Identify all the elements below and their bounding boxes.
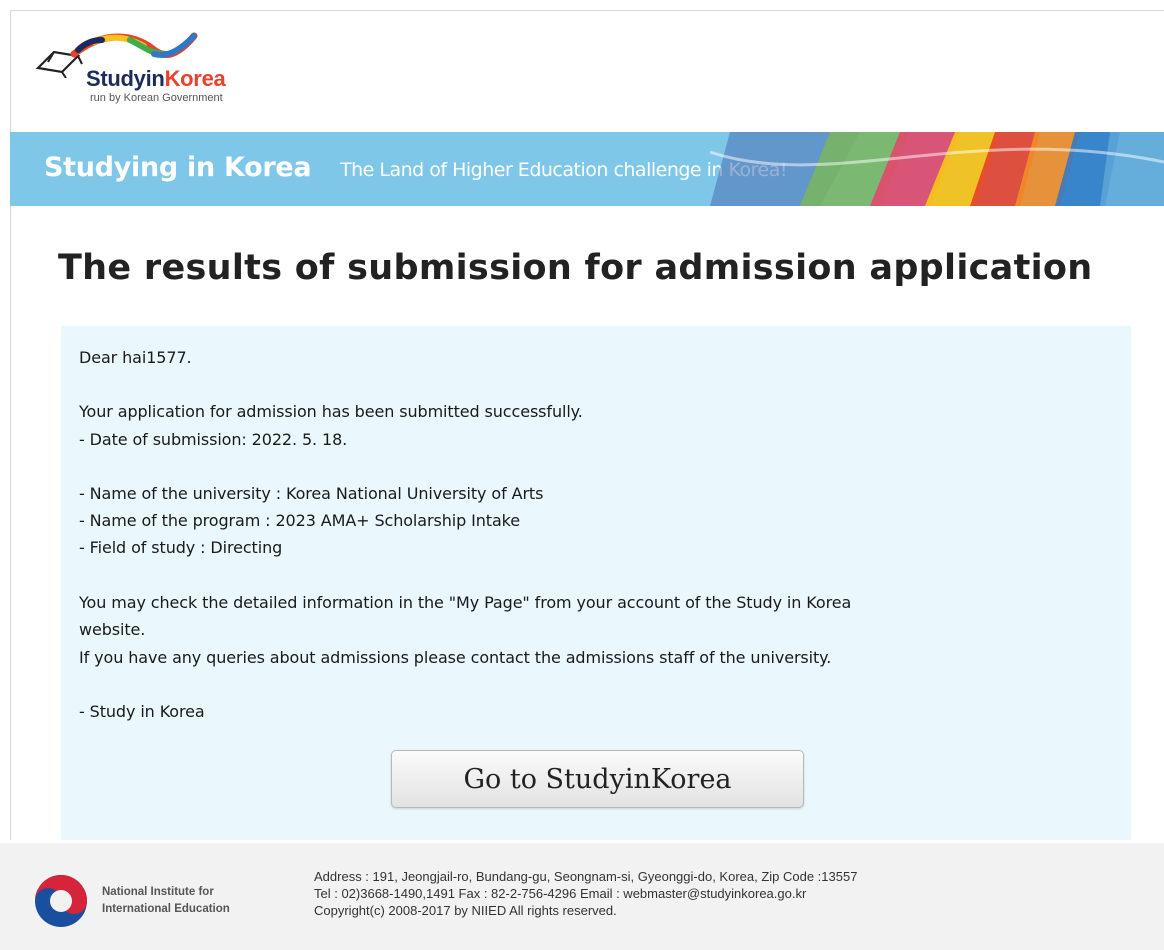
field-of-study-text: - Field of study : Directing [79,538,283,557]
go-to-studyinkorea-button[interactable]: Go to StudyinKorea [391,750,804,808]
program-name-text: - Name of the program : 2023 AMA+ Schola… [79,511,521,530]
org-name-line-1: National Institute for [102,886,214,898]
banner-title: Studying in Korea [44,152,312,183]
logo-tagline: run by Korean Government [90,92,223,104]
footer: National Institute for International Edu… [0,843,1164,950]
niied-org-name: National Institute for International Edu… [102,884,230,918]
submitted-text: Your application for admission has been … [79,402,583,421]
studyinkorea-logo[interactable]: StudyinKorea run by Korean Government [34,28,304,118]
org-name-line-2: International Education [102,903,230,915]
university-name-text: - Name of the university : Korea Nationa… [79,484,544,503]
mypage-info-text-continued: website. [79,620,146,639]
footer-info: Address : 191, Jeongjail-ro, Bundang-gu,… [314,868,857,919]
taegeuk-emblem-icon [35,875,87,927]
mypage-info-text: You may check the detailed information i… [79,593,852,612]
footer-copyright: Copyright(c) 2008-2017 by NIIED All righ… [314,903,617,918]
frame-top-divider [10,10,1164,11]
page-title: The results of submission for admission … [58,248,1093,288]
header-banner: Studying in Korea The Land of Higher Edu… [10,132,1164,206]
email-page: StudyinKorea run by Korean Government St… [0,0,1164,950]
contact-info-text: If you have any queries about admissions… [79,648,832,667]
signature-text: - Study in Korea [79,702,205,721]
footer-contact: Tel : 02)3668-1490,1491 Fax : 82-2-756-4… [314,886,807,901]
message-box: Dear hai1577. Your application for admis… [61,326,1131,840]
logo-wordmark: StudyinKorea [86,66,226,91]
footer-address: Address : 191, Jeongjail-ro, Bundang-gu,… [314,869,858,884]
greeting-text: Dear hai1577. [79,348,192,367]
banner-brush-stroke-decoration [710,132,1164,206]
submission-date-text: - Date of submission: 2022. 5. 18. [79,430,348,449]
